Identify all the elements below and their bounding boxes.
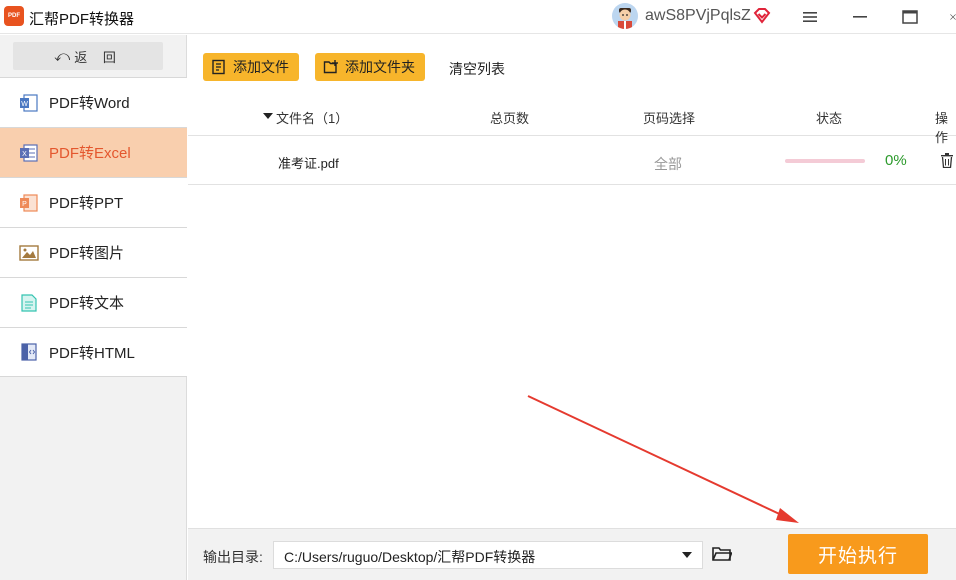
close-icon[interactable]	[934, 0, 956, 34]
page-select-value[interactable]: 全部	[654, 154, 682, 174]
maximize-icon[interactable]	[888, 0, 932, 34]
username[interactable]: awS8PVjPqlsZ	[645, 7, 751, 25]
html-icon	[21, 343, 37, 361]
sidebar: ⤺ 返 回 W PDF转Word X PDF转Excel P PDF转PPT P…	[0, 35, 187, 580]
sidebar-item-label: PDF转Word	[49, 95, 130, 112]
clear-list-button[interactable]: 清空列表	[449, 59, 505, 79]
output-path-select[interactable]: C:/Users/ruguo/Desktop/汇帮PDF转换器	[273, 541, 703, 569]
word-icon: W	[20, 93, 38, 112]
add-file-icon	[212, 59, 225, 75]
add-folder-button[interactable]: 添加文件夹	[315, 53, 425, 81]
table-row: 准考证.pdf 全部 0%	[188, 137, 956, 185]
sort-caret-icon[interactable]	[263, 108, 273, 123]
text-icon	[21, 293, 37, 312]
sidebar-item-label: PDF转HTML	[49, 344, 135, 362]
column-page-select: 页码选择	[643, 111, 696, 126]
sidebar-item-label: PDF转文本	[49, 295, 125, 312]
avatar-icon	[612, 3, 638, 29]
excel-icon: X	[20, 143, 38, 162]
progress-bar	[785, 159, 865, 163]
vip-diamond-icon[interactable]	[752, 6, 772, 26]
progress-percent: 0%	[885, 152, 907, 169]
sidebar-item-pdf-to-ppt[interactable]: P PDF转PPT	[0, 177, 187, 227]
add-file-button[interactable]: 添加文件	[203, 53, 299, 81]
file-name: 准考证.pdf	[278, 156, 339, 171]
column-filename[interactable]: 文件名（1）	[276, 108, 348, 127]
sidebar-item-pdf-to-word[interactable]: W PDF转Word	[0, 77, 187, 127]
bottom-bar: 输出目录: C:/Users/ruguo/Desktop/汇帮PDF转换器 开始…	[188, 528, 956, 580]
output-directory-label: 输出目录:	[203, 549, 263, 565]
app-title: 汇帮PDF转换器	[29, 11, 135, 28]
add-folder-icon	[323, 60, 338, 74]
add-file-label: 添加文件	[233, 59, 289, 75]
add-folder-label: 添加文件夹	[345, 59, 415, 75]
column-pages: 总页数	[490, 111, 530, 126]
sidebar-item-pdf-to-html[interactable]: PDF转HTML	[0, 327, 187, 377]
app-logo: PDF	[4, 6, 24, 26]
back-arrow-icon: ⤺	[54, 47, 71, 65]
back-label: 返 回	[74, 49, 122, 65]
svg-text:W: W	[21, 101, 28, 108]
image-icon	[19, 244, 39, 261]
avatar[interactable]	[612, 3, 638, 29]
menu-icon[interactable]	[788, 0, 832, 34]
back-button[interactable]: ⤺ 返 回	[13, 42, 163, 70]
svg-text:X: X	[22, 151, 27, 158]
start-button[interactable]: 开始执行	[788, 534, 928, 574]
sidebar-item-label: PDF转图片	[49, 245, 125, 262]
minimize-icon[interactable]	[838, 0, 882, 34]
svg-text:P: P	[22, 201, 27, 208]
output-path-value: C:/Users/ruguo/Desktop/汇帮PDF转换器	[284, 549, 536, 565]
open-folder-icon[interactable]	[712, 546, 732, 562]
column-status: 状态	[816, 111, 843, 126]
sidebar-item-pdf-to-image[interactable]: PDF转图片	[0, 227, 187, 277]
ppt-icon: P	[20, 193, 38, 212]
chevron-down-icon[interactable]	[682, 552, 692, 558]
sidebar-item-label: PDF转PPT	[49, 195, 124, 212]
sidebar-item-pdf-to-text[interactable]: PDF转文本	[0, 277, 187, 327]
table-header: 文件名（1） 总页数 页码选择 状态 操作	[188, 96, 956, 145]
sidebar-item-pdf-to-excel[interactable]: X PDF转Excel	[0, 127, 187, 177]
delete-icon[interactable]	[941, 153, 953, 168]
title-bar: PDF 汇帮PDF转换器 awS8PVjPqlsZ	[0, 0, 956, 34]
sidebar-item-label: PDF转Excel	[49, 145, 131, 162]
